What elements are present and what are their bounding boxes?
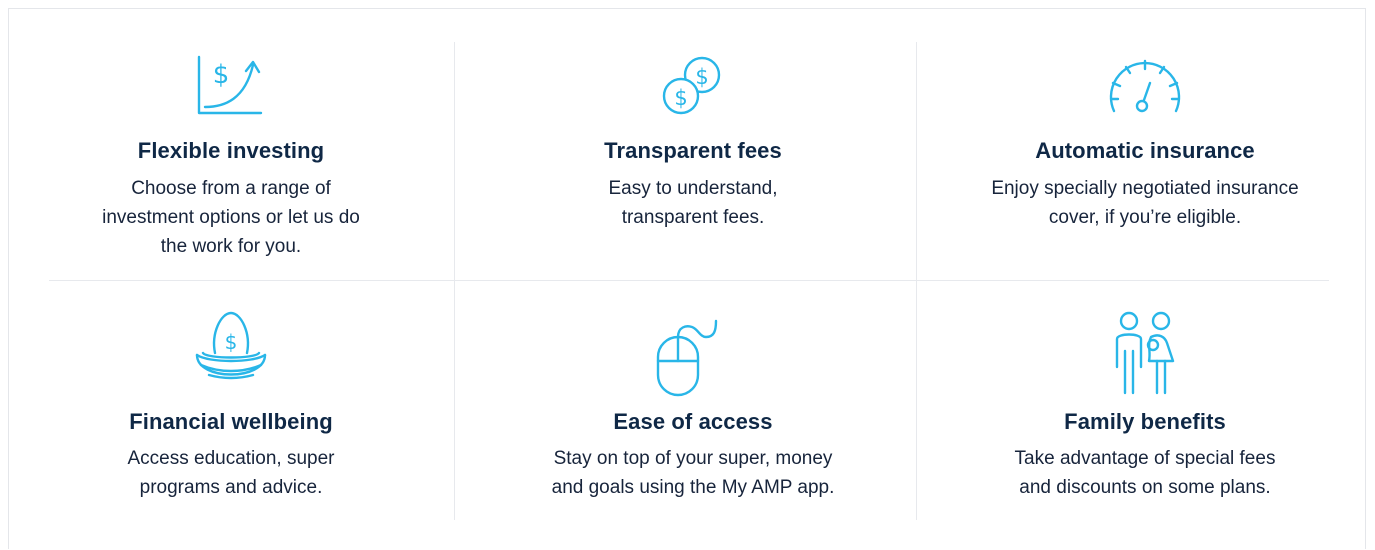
column-divider [916, 42, 917, 520]
feature-description: Enjoy specially negotiated insurance cov… [991, 178, 1299, 228]
column-divider [454, 42, 455, 520]
feature-flexible-investing: $ Flexible investing Choose from a range… [11, 9, 451, 280]
svg-text:$: $ [225, 330, 238, 354]
nest-egg-dollar-icon: $ [189, 309, 273, 385]
svg-text:$: $ [674, 86, 687, 110]
feature-title: Flexible investing [137, 138, 325, 163]
feature-description: Access education, super programs and adv… [127, 448, 335, 498]
feature-automatic-insurance: Automatic insurance Enjoy specially nego… [925, 9, 1365, 280]
feature-description: Choose from a range of investment option… [102, 178, 360, 257]
feature-description: Stay on top of your super, money and goa… [551, 448, 835, 498]
feature-title: Family benefits [1064, 409, 1226, 434]
feature-title: Financial wellbeing [129, 409, 333, 434]
feature-description: Take advantage of special fees and disco… [1014, 448, 1276, 498]
feature-financial-wellbeing: $ Financial wellbeing Access education, … [11, 281, 451, 550]
svg-text:$: $ [695, 65, 708, 89]
features-card: $ Flexible investing Choose from a range… [8, 8, 1366, 549]
feature-description: Easy to understand, transparent fees. [608, 178, 778, 228]
feature-title: Ease of access [613, 409, 773, 434]
feature-title: Transparent fees [604, 138, 782, 163]
feature-title: Automatic insurance [1035, 138, 1255, 163]
computer-mouse-icon [650, 317, 736, 397]
growth-chart-dollar-icon: $ [195, 53, 267, 119]
svg-text:$: $ [213, 60, 230, 90]
coins-icon: $ $ [658, 55, 728, 119]
speedometer-icon [1104, 55, 1186, 117]
feature-family-benefits: Family benefits Take advantage of specia… [925, 281, 1365, 550]
family-icon [1113, 311, 1177, 395]
feature-transparent-fees: $ $ Transparent fees Easy to understand,… [473, 9, 913, 280]
feature-ease-of-access: Ease of access Stay on top of your super… [473, 281, 913, 550]
